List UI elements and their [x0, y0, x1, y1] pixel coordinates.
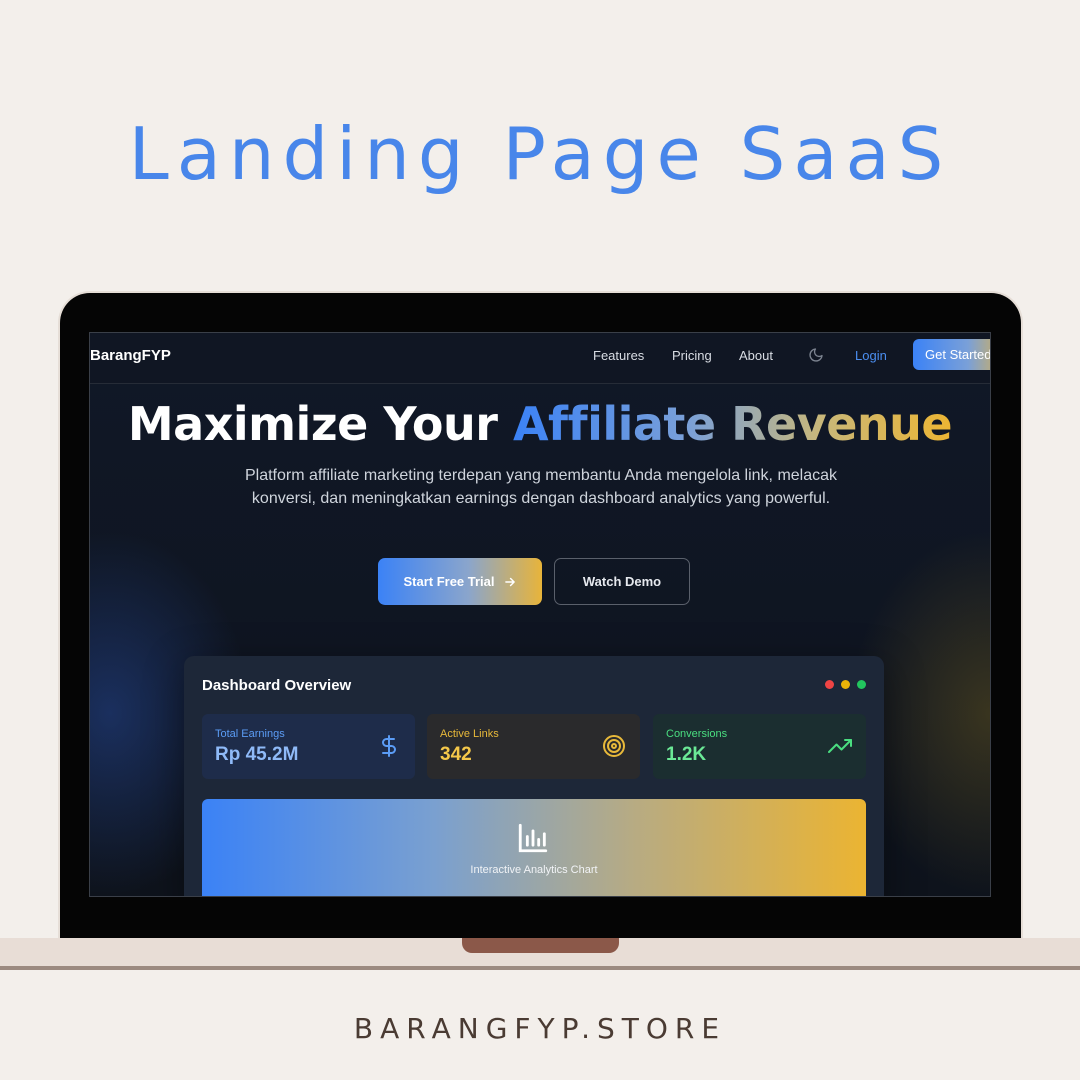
start-free-trial-label: Start Free Trial: [403, 574, 495, 589]
hero-title-plain: Maximize Your: [127, 397, 513, 451]
login-link[interactable]: Login: [855, 348, 887, 363]
dollar-icon: [382, 735, 396, 757]
get-started-button[interactable]: Get Started: [913, 339, 990, 370]
hero-subtitle: Platform affiliate marketing terdepan ya…: [244, 467, 838, 507]
dashboard-card: Dashboard Overview Total Earnings Rp 45.…: [184, 656, 884, 896]
laptop-notch: [462, 938, 619, 953]
window-dot-yellow: [841, 680, 850, 689]
stat-label: Conversions: [666, 728, 728, 740]
stat-card-links: Active Links 342: [427, 714, 640, 779]
window-dot-green: [857, 680, 866, 689]
laptop-screen: BarangFYP Features Pricing About Login G…: [89, 332, 991, 897]
hero-title-highlight: Affiliate Revenue: [512, 397, 953, 451]
stat-value: 1.2K: [666, 744, 707, 765]
stat-card-conversions: Conversions 1.2K: [653, 714, 866, 779]
brand-logo[interactable]: BarangFYP: [90, 347, 171, 364]
nav-link-features[interactable]: Features: [593, 348, 644, 363]
stat-value: Rp 45.2M: [215, 744, 299, 765]
chart-placeholder-label: Interactive Analytics Chart: [470, 864, 598, 876]
hero-title: Maximize Your Affiliate Revenue: [90, 397, 990, 451]
arrow-right-icon: [504, 577, 515, 586]
stat-label: Active Links: [440, 728, 499, 740]
stat-card-earnings: Total Earnings Rp 45.2M: [202, 714, 415, 779]
laptop-base-line: [0, 966, 1080, 970]
watch-demo-button[interactable]: Watch Demo: [554, 558, 690, 605]
footer-brand: BARANGFYP.STORE: [353, 1012, 727, 1045]
nav-link-pricing[interactable]: Pricing: [672, 348, 712, 363]
nav-link-about[interactable]: About: [739, 348, 773, 363]
navbar: BarangFYP Features Pricing About Login G…: [90, 333, 990, 384]
poster-title: Landing Page SaaS: [128, 112, 952, 196]
stat-value: 342: [440, 744, 472, 765]
bar-chart-icon: [518, 823, 548, 853]
stat-label: Total Earnings: [215, 728, 285, 740]
window-dot-red: [825, 680, 834, 689]
dashboard-title: Dashboard Overview: [202, 677, 352, 694]
start-free-trial-button[interactable]: Start Free Trial: [378, 558, 542, 605]
target-icon: [603, 735, 625, 757]
trending-up-icon: [828, 739, 852, 753]
analytics-chart-placeholder[interactable]: Interactive Analytics Chart: [202, 799, 866, 896]
moon-icon[interactable]: [808, 347, 824, 363]
